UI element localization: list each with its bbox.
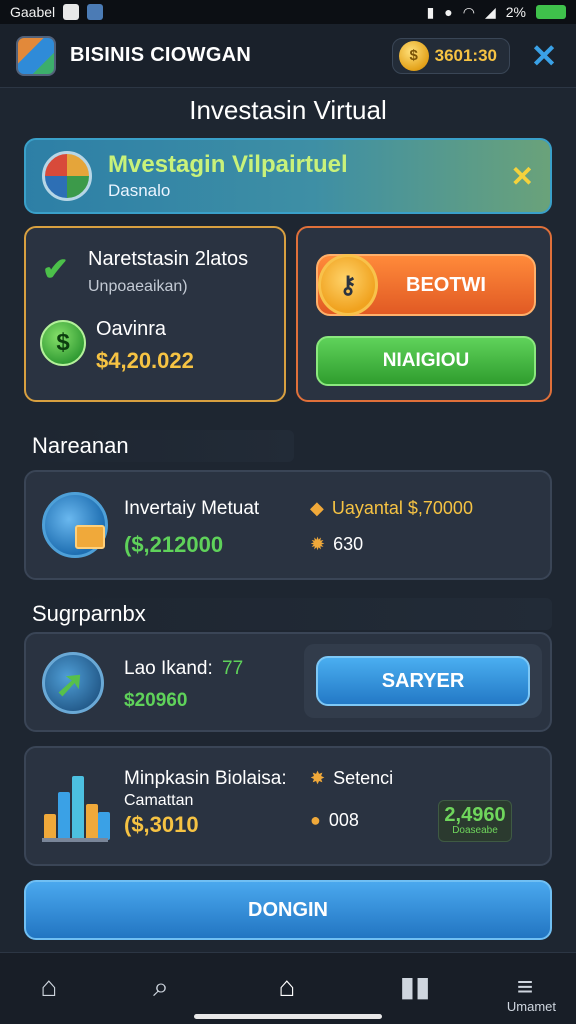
item-title-number: 77: [222, 658, 244, 679]
gear-icon: ✹: [310, 534, 326, 554]
nav-menu-label: Umamet: [506, 999, 556, 1014]
summary-title: Naretstasin 2latos: [88, 248, 249, 270]
item-meta-2: ● 008: [310, 810, 359, 831]
book-icon[interactable]: ▮▮: [390, 967, 440, 1007]
orange-action-button[interactable]: ⚷ BEOTWI: [316, 254, 536, 316]
notification-app-icon-2: [87, 4, 104, 20]
status-bar: Gaabel ▮ ● ◠ ◢ 2%: [0, 0, 576, 24]
investment-summary-card[interactable]: ✔ Naretstasin 2latos Unpoaeaikan) $ Oavi…: [24, 226, 286, 402]
item-value: ($,212000: [124, 532, 224, 557]
value-badge: 2,4960 Doaseabe: [438, 800, 512, 842]
item-meta-1-text: Uayantal $,70000: [331, 498, 473, 518]
primary-bottom-button[interactable]: DONGIN: [24, 880, 552, 940]
balance-label: Oavinra: [96, 318, 167, 340]
star-icon: ✸: [310, 768, 326, 788]
carrier-label: Gaabel: [10, 4, 56, 20]
item-meta-1: ◆ Uayantal $,70000: [310, 498, 473, 519]
list-item[interactable]: Invertaiy Metuat ($,212000 ◆ Uayantal $,…: [24, 470, 552, 580]
balance-amount: $4,20.022: [96, 348, 194, 373]
app-title: BISINIS CIOWGAN: [70, 44, 252, 66]
banner-title: Mvestagin Vilpairtuel: [108, 151, 348, 178]
item-meta-1: ✸ Setenci: [310, 768, 393, 789]
document-icon: [75, 525, 105, 549]
list-item[interactable]: Minpkasin Biolaisa: Camattan ($,3010 ✸ S…: [24, 746, 552, 866]
alarm-icon: ●: [444, 4, 453, 20]
banner-close-icon[interactable]: ✕: [511, 160, 534, 193]
globe-icon: [42, 492, 108, 558]
item-subtitle: Camattan: [124, 792, 194, 809]
badge-value: 2,4960: [444, 804, 506, 826]
check-icon: ✔: [42, 251, 69, 287]
section-header-1: Nareanan: [24, 430, 294, 462]
item-meta-2-text: 630: [333, 534, 364, 554]
search-icon[interactable]: ⌕: [136, 967, 186, 1007]
banner-subtitle: Dasnalo: [108, 181, 171, 200]
notification-app-icon: [63, 4, 80, 20]
bar-chart-icon: [42, 772, 112, 842]
actions-card: ⚷ BEOTWI NIAIGIOU: [296, 226, 552, 402]
summary-subtitle: Unpoaeaikan): [88, 278, 188, 295]
item-meta-1-text: Setenci: [333, 768, 394, 788]
chat-icon: ●: [310, 810, 321, 830]
page-title: Investasin Virtual: [189, 95, 387, 125]
key-icon: ⚷: [318, 254, 378, 316]
list-item[interactable]: ➚ Lao Ikand: 77 $20960 SARYER: [24, 632, 552, 732]
close-icon[interactable]: ✕: [528, 40, 560, 72]
item-title: Invertaiy Metuat: [124, 498, 260, 519]
coin-icon: $: [398, 40, 429, 71]
vibrate-icon: ▮: [426, 3, 435, 20]
battery-percent: 2%: [505, 4, 526, 20]
app-logo: [16, 35, 56, 76]
sarver-button[interactable]: SARYER: [316, 656, 530, 706]
tag-icon: ◆: [310, 498, 324, 518]
section-header-2: Sugrparnbx: [24, 598, 552, 630]
item-title-text: Lao Ikand:: [124, 658, 213, 679]
item-value: $20960: [124, 690, 188, 711]
home-icon[interactable]: ⌂: [24, 967, 74, 1007]
dollar-icon: $: [40, 320, 86, 366]
item-meta-2: ✹ 630: [310, 534, 363, 555]
item-title: Minpkasin Biolaisa:: [124, 768, 287, 789]
green-action-button[interactable]: NIAIGIOU: [316, 336, 536, 386]
app-header: BISINIS CIOWGAN $ 3601:30 ✕: [0, 24, 576, 88]
coin-balance[interactable]: $ 3601:30: [391, 37, 510, 74]
orange-button-label: BEOTWI: [406, 273, 486, 296]
signal-icon: ◢: [484, 3, 496, 20]
arrow-up-icon: ➚: [55, 663, 86, 704]
info-banner[interactable]: Mvestagin Vilpairtuel Dasnalo ✕: [24, 138, 552, 214]
chart-pie-icon: [42, 151, 92, 201]
coin-value: 3601:30: [434, 45, 497, 65]
wifi-icon: ◠: [462, 3, 475, 20]
growth-globe-icon: ➚: [42, 652, 104, 714]
battery-icon: [536, 5, 566, 19]
item-amount: ($,3010: [124, 812, 199, 837]
house-icon[interactable]: ⌂: [262, 967, 312, 1007]
home-indicator[interactable]: [194, 1014, 382, 1019]
badge-subtitle: Doaseabe: [452, 825, 498, 836]
item-meta-2-text: 008: [328, 810, 359, 830]
item-title: Lao Ikand: 77: [124, 658, 243, 680]
